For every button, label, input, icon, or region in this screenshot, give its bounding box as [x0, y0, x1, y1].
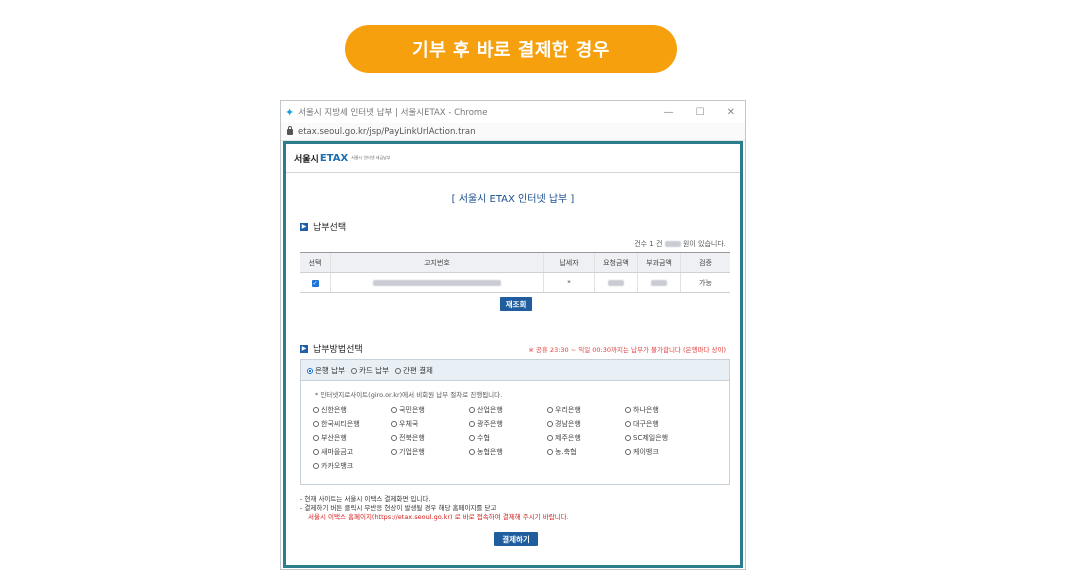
page-title: [ 서울시 ETAX 인터넷 납부 ] — [451, 194, 575, 205]
site-header: 서울시 ETAX 서울시 인터넷 세금납부 — [286, 144, 740, 173]
section-bullet-icon: ▶ — [300, 222, 308, 231]
column-header: 고지번호 — [330, 252, 544, 273]
url-text: etax.seoul.go.kr/jsp/PayLinkUrlAction.tr… — [298, 126, 476, 137]
bank-option[interactable]: 카카오뱅크 — [313, 461, 391, 471]
radio-icon[interactable] — [547, 435, 553, 441]
radio-icon[interactable] — [313, 449, 319, 455]
radio-icon[interactable] — [313, 421, 319, 427]
refresh-button[interactable]: 재조회 — [500, 297, 532, 311]
section-banner: 기부 후 바로 결제한 경우 — [345, 25, 677, 73]
bank-option[interactable]: 우리은행 — [547, 405, 625, 415]
address-bar[interactable]: etax.seoul.go.kr/jsp/PayLinkUrlAction.tr… — [281, 123, 745, 141]
tab-card[interactable]: 카드 납부 — [350, 365, 389, 376]
payment-warning: ※ 공휴 23:30 ~ 익일 00:30까지는 납부가 불가합니다 (은행마다… — [528, 346, 726, 354]
bank-option[interactable]: 새마을금고 — [313, 447, 391, 457]
notice-number-cell — [330, 272, 544, 293]
column-header: 선택 — [300, 252, 331, 273]
bank-option[interactable]: 경남은행 — [547, 419, 625, 429]
pay-button[interactable]: 결제하기 — [494, 532, 538, 546]
radio-icon[interactable] — [391, 421, 397, 427]
radio-selected-icon[interactable] — [307, 367, 313, 374]
bank-option[interactable]: 대구은행 — [625, 419, 703, 429]
radio-icon[interactable] — [313, 435, 319, 441]
close-button[interactable]: ✕ — [727, 107, 735, 118]
section-title: 납부선택 — [313, 223, 347, 233]
radio-icon[interactable] — [391, 407, 397, 413]
payment-tabs: 은행 납부 카드 납부 간편 결제 — [301, 360, 729, 381]
bill-table: 선택 고지번호 납세자 요청금액 부과금액 검증 ✓ * 가능 — [300, 252, 730, 293]
footer-line-3: 서울시 이택스 홈페이지(https://etax.seoul.go.kr) 로… — [308, 513, 569, 521]
browser-window: ✦ 서울시 지방세 인터넷 납부 | 서울시ETAX - Chrome — ☐ … — [280, 100, 746, 570]
taxpayer-cell: * — [543, 272, 595, 293]
table-row: ✓ * 가능 — [300, 272, 730, 293]
bank-option[interactable]: 신한은행 — [313, 405, 391, 415]
page-content: 서울시 ETAX 서울시 인터넷 세금납부 [ 서울시 ETAX 인터넷 납부 … — [283, 141, 743, 568]
radio-icon[interactable] — [469, 449, 475, 455]
radio-icon[interactable] — [350, 367, 357, 374]
radio-icon[interactable] — [625, 421, 631, 427]
chrome-app-icon: ✦ — [285, 105, 295, 119]
radio-icon[interactable] — [469, 407, 475, 413]
tab-bank[interactable]: 은행 납부 — [307, 365, 345, 376]
radio-icon[interactable] — [625, 449, 631, 455]
bank-option[interactable]: SC제일은행 — [625, 433, 703, 443]
column-header: 요청금액 — [594, 252, 638, 273]
bank-option[interactable]: 광주은행 — [469, 419, 547, 429]
blurred-notice-number — [373, 279, 501, 286]
brand-subtitle: 서울시 인터넷 세금납부 — [351, 155, 391, 160]
brand-logo[interactable]: ETAX — [320, 153, 348, 164]
bank-list: 신한은행 국민은행 산업은행 우리은행 하나은행한국씨티은행 우체국 광주은행 경남은행 대구은… — [313, 405, 703, 471]
radio-icon[interactable] — [394, 367, 401, 374]
maximize-button[interactable]: ☐ — [696, 107, 705, 118]
brand-prefix: 서울시 — [294, 154, 319, 165]
bank-option[interactable]: 농.축협 — [547, 447, 625, 457]
radio-icon[interactable] — [547, 421, 553, 427]
radio-icon[interactable] — [313, 463, 319, 469]
radio-icon[interactable] — [625, 435, 631, 441]
radio-icon[interactable] — [547, 407, 553, 413]
section-payment-select: ▶ 납부선택 — [300, 220, 346, 233]
radio-icon[interactable] — [391, 435, 397, 441]
radio-icon[interactable] — [391, 449, 397, 455]
requested-amount-cell — [594, 272, 638, 293]
bank-option[interactable]: 케이뱅크 — [625, 447, 703, 457]
tab-easy-pay[interactable]: 간편 결제 — [394, 365, 433, 376]
radio-icon[interactable] — [313, 407, 319, 413]
bank-option[interactable]: 부산은행 — [313, 433, 391, 443]
giro-note: * 인터넷지로사이트(giro.or.kr)에서 비회원 납부 절차로 진행됩니… — [315, 391, 503, 399]
column-header: 검증 — [680, 252, 730, 273]
window-title: 서울시 지방세 인터넷 납부 | 서울시ETAX - Chrome — [298, 108, 488, 118]
column-header: 납세자 — [543, 252, 595, 273]
bank-option[interactable]: 수협 — [469, 433, 547, 443]
section-payment-method: ▶ 납부방법선택 — [300, 342, 363, 355]
radio-icon[interactable] — [625, 407, 631, 413]
radio-icon[interactable] — [469, 435, 475, 441]
minimize-button[interactable]: — — [664, 107, 674, 118]
blurred-amount — [664, 241, 681, 247]
bank-option[interactable]: 제주은행 — [547, 433, 625, 443]
lock-icon — [287, 125, 293, 135]
bank-option[interactable]: 국민은행 — [391, 405, 469, 415]
summary-count: 건수 1 건 원이 있습니다. — [634, 240, 726, 248]
bank-option[interactable]: 하나은행 — [625, 405, 703, 415]
radio-icon[interactable] — [469, 421, 475, 427]
payment-method-box: 은행 납부 카드 납부 간편 결제 * 인터넷지로사이트(giro.or.kr)… — [300, 359, 730, 485]
verification-cell: 가능 — [680, 272, 730, 293]
bank-option[interactable]: 우체국 — [391, 419, 469, 429]
radio-icon[interactable] — [547, 449, 553, 455]
table-header-row: 선택 고지번호 납세자 요청금액 부과금액 검증 — [300, 252, 730, 273]
bank-option[interactable]: 기업은행 — [391, 447, 469, 457]
row-checkbox-cell[interactable]: ✓ — [300, 272, 331, 293]
section-bullet-icon: ▶ — [300, 344, 308, 353]
bank-option[interactable]: 농협은행 — [469, 447, 547, 457]
column-header: 부과금액 — [637, 252, 681, 273]
checkbox-checked-icon[interactable]: ✓ — [311, 279, 319, 287]
bank-option[interactable]: 전북은행 — [391, 433, 469, 443]
section-title: 납부방법선택 — [313, 345, 363, 355]
bank-option[interactable]: 산업은행 — [469, 405, 547, 415]
window-titlebar: ✦ 서울시 지방세 인터넷 납부 | 서울시ETAX - Chrome — ☐ … — [281, 101, 745, 123]
assessed-amount-cell — [637, 272, 681, 293]
bank-option[interactable]: 한국씨티은행 — [313, 419, 391, 429]
